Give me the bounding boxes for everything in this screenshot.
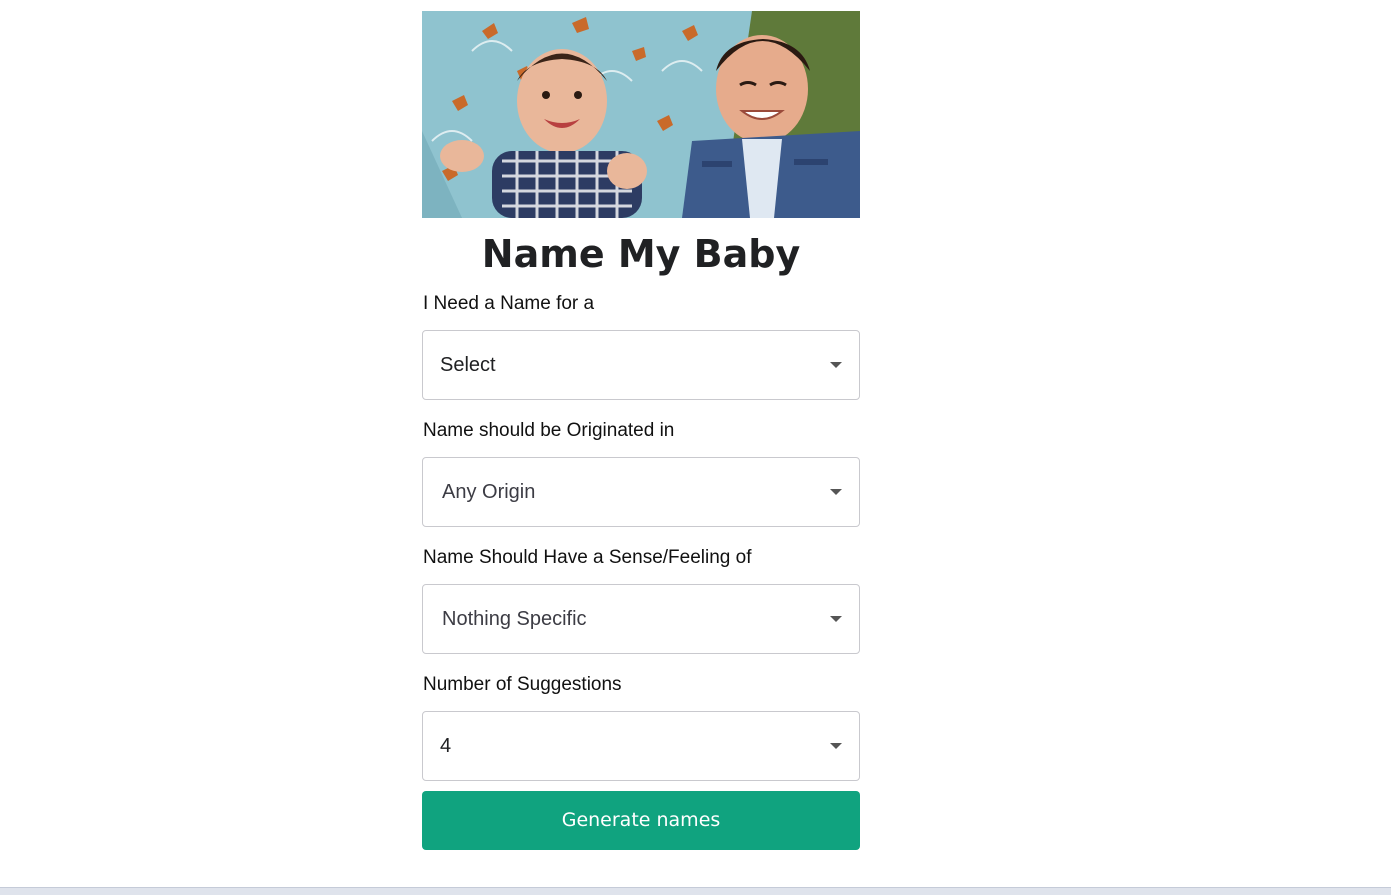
origin-label: Name should be Originated in (423, 420, 675, 441)
meaning-field: Name Should Have a Sense/Feeling of Noth… (422, 544, 860, 654)
chevron-down-icon (830, 743, 842, 749)
origin-select-value: Any Origin (442, 481, 536, 503)
count-label: Number of Suggestions (423, 674, 622, 695)
page-title: Name My Baby (481, 232, 801, 276)
count-select[interactable]: 4 (422, 711, 860, 781)
origin-select[interactable]: Any Origin (422, 457, 860, 527)
gender-select-value: Select (440, 354, 496, 376)
count-select-value: 4 (440, 735, 452, 757)
generate-names-button[interactable]: Generate names (422, 791, 860, 850)
gender-label: I Need a Name for a (423, 293, 595, 314)
main-column: Name My Baby I Need a Name for a Select … (422, 11, 860, 850)
meaning-label: Name Should Have a Sense/Feeling of (423, 547, 752, 568)
meaning-select[interactable]: Nothing Specific (422, 584, 860, 654)
gender-select[interactable]: Select (422, 330, 860, 400)
gender-field: I Need a Name for a Select (422, 290, 860, 400)
window-bottom-edge (0, 887, 1391, 895)
chevron-down-icon (830, 489, 842, 495)
origin-field: Name should be Originated in Any Origin (422, 417, 860, 527)
page: Name My Baby I Need a Name for a Select … (0, 0, 1391, 895)
meaning-select-value: Nothing Specific (442, 608, 587, 630)
chevron-down-icon (830, 362, 842, 368)
count-field: Number of Suggestions 4 (422, 671, 860, 781)
chevron-down-icon (830, 616, 842, 622)
hero-image (422, 11, 860, 218)
